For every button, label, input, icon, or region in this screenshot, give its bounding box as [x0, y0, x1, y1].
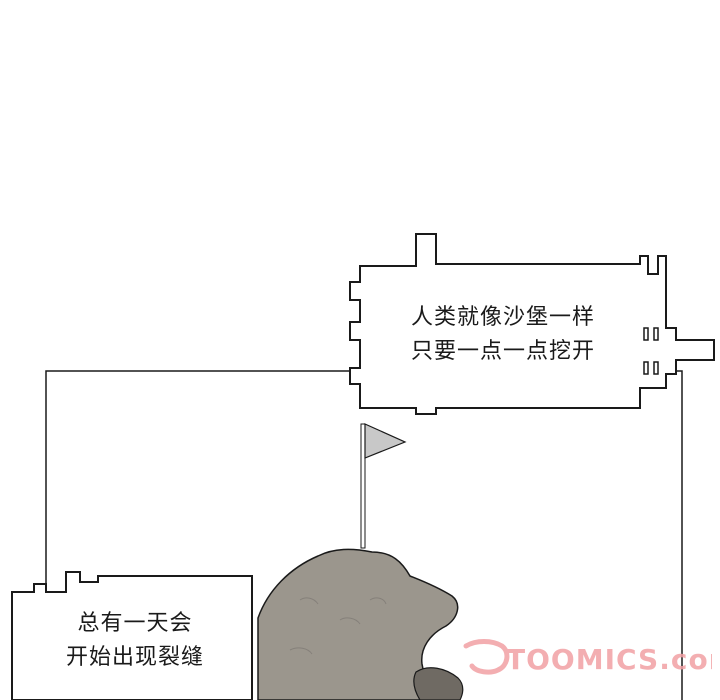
- caption-text-bottom: 总有一天会 开始出现裂缝: [20, 607, 250, 675]
- toomics-watermark-logo: TOOMICS.com: [463, 639, 712, 676]
- caption-text-top: 人类就像沙堡一样 只要一点一点挖开: [372, 301, 634, 369]
- flag: [360, 423, 407, 549]
- caption-top-line-1: 人类就像沙堡一样: [410, 305, 595, 330]
- caption-top-line-2: 只要一点一点挖开: [410, 339, 595, 364]
- sandcastle: [257, 548, 464, 700]
- caption-bottom-line-2: 开始出现裂缝: [65, 645, 204, 670]
- watermark-text: TOOMICS.com: [506, 643, 712, 676]
- caption-bottom-line-1: 总有一天会: [77, 611, 193, 636]
